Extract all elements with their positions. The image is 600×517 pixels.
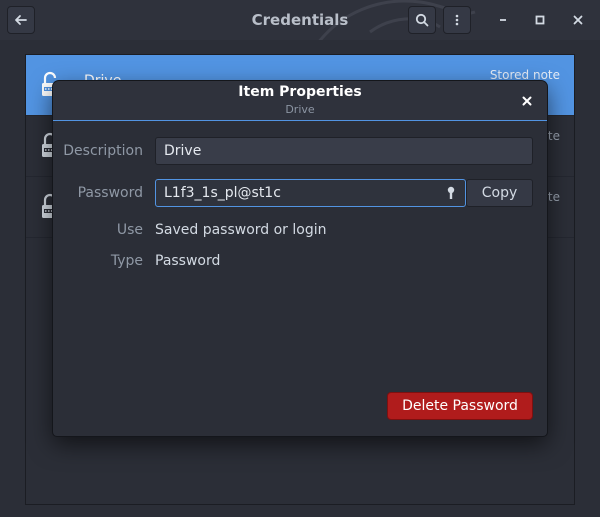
minimize-button[interactable] xyxy=(489,6,517,34)
dialog-title: Item Properties xyxy=(238,84,362,100)
search-icon xyxy=(415,13,429,27)
item-properties-dialog: Item Properties Drive Description Drive … xyxy=(53,81,547,436)
list-item-kind: Stored note xyxy=(489,68,560,82)
dialog-close-button[interactable] xyxy=(517,91,537,111)
close-icon xyxy=(522,96,532,106)
header-bar: Credentials xyxy=(0,0,600,40)
description-label: Description xyxy=(63,143,143,159)
type-value: Password xyxy=(155,253,221,269)
password-value: L1f3_1s_pl@st1c xyxy=(164,185,281,201)
maximize-icon xyxy=(535,15,545,25)
password-label: Password xyxy=(77,185,143,201)
close-icon xyxy=(573,15,583,25)
minimize-icon xyxy=(500,19,506,21)
use-label: Use xyxy=(116,222,143,238)
use-value: Saved password or login xyxy=(155,222,327,238)
type-label: Type xyxy=(110,253,143,269)
menu-button[interactable] xyxy=(443,6,471,34)
search-button[interactable] xyxy=(408,6,436,34)
maximize-button[interactable] xyxy=(526,6,554,34)
password-field[interactable]: L1f3_1s_pl@st1c xyxy=(155,179,466,207)
dialog-header: Item Properties Drive xyxy=(53,81,547,121)
close-window-button[interactable] xyxy=(564,6,592,34)
dialog-subtitle: Drive xyxy=(285,103,315,116)
key-icon[interactable] xyxy=(446,186,456,200)
copy-button[interactable]: Copy xyxy=(466,179,533,207)
kebab-menu-icon xyxy=(455,14,459,26)
description-field[interactable]: Drive xyxy=(155,137,533,165)
delete-password-button[interactable]: Delete Password xyxy=(387,392,533,420)
